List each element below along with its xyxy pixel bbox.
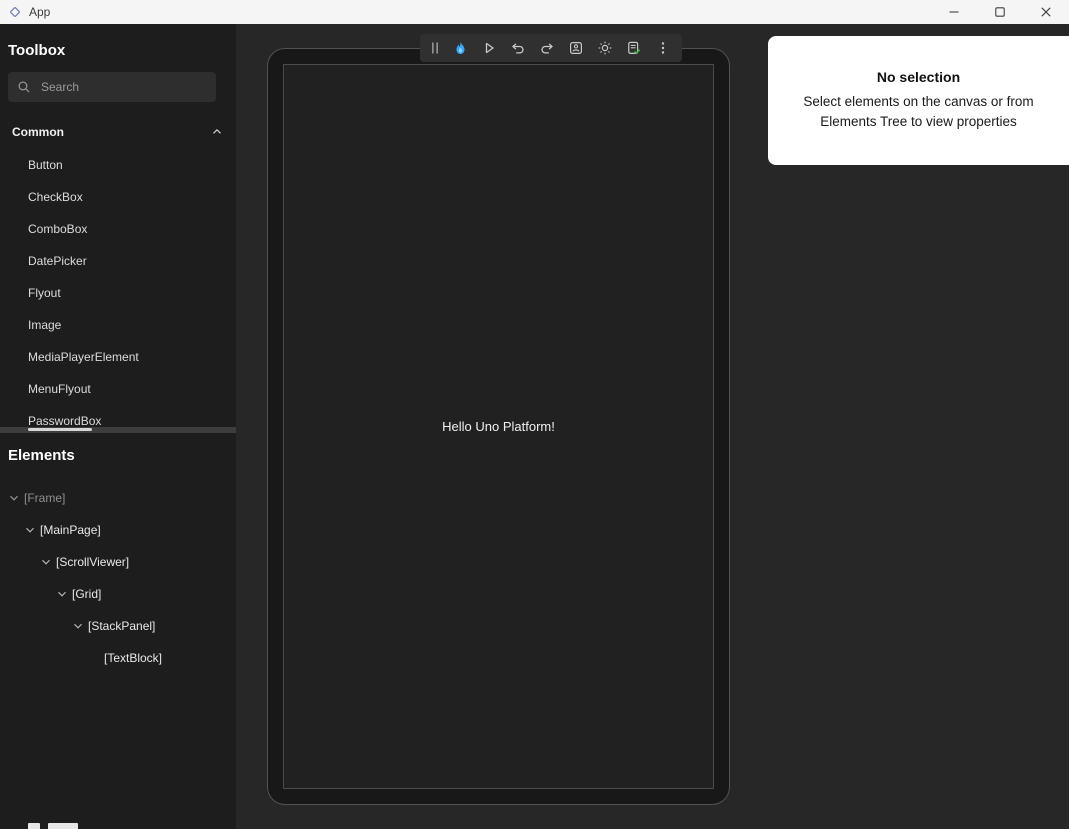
minimize-icon [946,4,962,20]
toolbox-list: Button CheckBox ComboBox DatePicker Flyo… [0,149,236,437]
toolbox-item-flyout[interactable]: Flyout [0,277,236,309]
chevron-down-icon[interactable] [6,490,22,506]
toolbox-item-menuflyout[interactable]: MenuFlyout [0,373,236,405]
toolbox-item-checkbox[interactable]: CheckBox [0,181,236,213]
hot-design-flame-button[interactable] [449,37,471,59]
tree-item-frame[interactable]: [Frame] [0,482,236,514]
toolbar-drag-handle[interactable] [428,37,442,59]
toolbox-title: Toolbox [8,42,65,59]
tree-item-label: [ScrollViewer] [56,555,129,569]
drag-handle-icon [428,40,442,56]
chevron-down-icon[interactable] [54,586,70,602]
chevron-down-icon[interactable] [70,618,86,634]
kebab-menu-icon [655,40,671,56]
close-icon [1038,4,1054,20]
chevron-down-icon[interactable] [22,522,38,538]
toolbox-item-image[interactable]: Image [0,309,236,341]
toolbox-item-datepicker[interactable]: DatePicker [0,245,236,277]
elements-tree: [Frame] [MainPage] [ScrollViewer] [Grid] [0,482,236,674]
minimize-button[interactable] [931,0,977,24]
tree-item-scrollviewer[interactable]: [ScrollViewer] [0,546,236,578]
chevron-down-icon[interactable] [38,554,54,570]
redo-button[interactable] [536,37,558,59]
more-options-button[interactable] [652,37,674,59]
sidebar-clipped-fragment [28,823,78,829]
maximize-button[interactable] [977,0,1023,24]
design-canvas[interactable]: Hello Uno Platform! No selection Select … [236,24,1069,829]
toolbox-item-combobox[interactable]: ComboBox [0,213,236,245]
tree-item-label: [Frame] [24,491,65,505]
hello-textblock[interactable]: Hello Uno Platform! [442,419,555,434]
device-frame: Hello Uno Platform! [267,48,730,805]
close-button[interactable] [1023,0,1069,24]
toolbox-section-common[interactable]: Common [0,119,236,145]
tree-item-grid[interactable]: [Grid] [0,578,236,610]
device-screen[interactable]: Hello Uno Platform! [283,64,714,789]
hot-design-toolbar [420,34,682,62]
undo-icon [510,40,526,56]
maximize-icon [992,4,1008,20]
toolbox-item-mediaplayerelement[interactable]: MediaPlayerElement [0,341,236,373]
theme-toggle-button[interactable] [594,37,616,59]
app-icon [8,5,22,19]
window-controls [931,0,1069,24]
tree-item-label: [TextBlock] [104,651,162,665]
tree-item-label: [MainPage] [40,523,101,537]
checklist-check-icon [626,40,642,56]
app-window: App Toolbox [0,0,1069,829]
search-input[interactable] [39,79,207,95]
tree-item-stackpanel[interactable]: [StackPanel] [0,610,236,642]
no-selection-title: No selection [877,69,960,85]
clipped-glyph [28,823,40,829]
tree-item-mainpage[interactable]: [MainPage] [0,514,236,546]
sidebar: Toolbox Common Button CheckBox ComboBox … [0,24,236,829]
toolbox-search-box [8,72,216,102]
search-icon [17,80,31,94]
tree-item-textblock[interactable]: [TextBlock] [0,642,236,674]
validation-button[interactable] [623,37,645,59]
person-frame-button[interactable] [565,37,587,59]
toolbox-item-button[interactable]: Button [0,149,236,181]
sun-icon [597,40,613,56]
window-title: App [29,5,50,19]
clipped-glyph [48,823,78,829]
person-frame-icon [568,40,584,56]
undo-button[interactable] [507,37,529,59]
titlebar: App [0,0,1069,24]
elements-title: Elements [8,447,75,464]
no-selection-message: Select elements on the canvas or from El… [786,92,1051,131]
properties-panel: No selection Select elements on the canv… [768,36,1069,165]
tree-item-label: [StackPanel] [88,619,155,633]
redo-icon [539,40,555,56]
chevron-up-icon [210,125,224,139]
flame-icon [452,40,469,57]
toolbox-hscrollbar-thumb[interactable] [28,428,92,431]
play-button[interactable] [478,37,500,59]
tree-item-label: [Grid] [72,587,101,601]
section-label: Common [12,125,210,139]
play-icon [481,40,497,56]
